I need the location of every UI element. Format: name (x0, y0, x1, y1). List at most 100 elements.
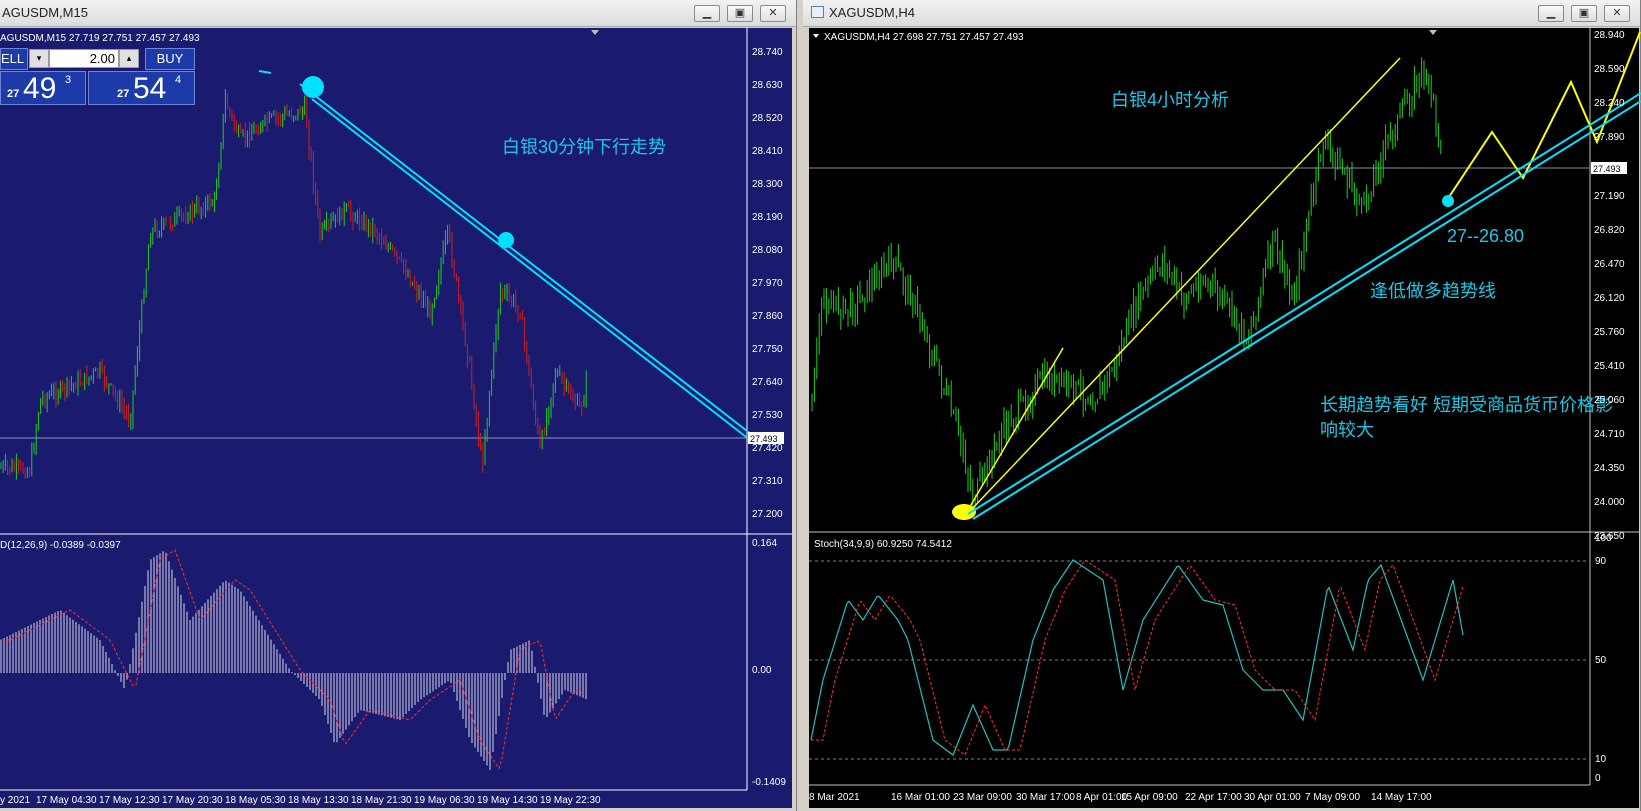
lots-increase-button[interactable]: ▴ (119, 49, 139, 68)
time-tick: 22 Apr 17:00 (1185, 792, 1242, 803)
price-tick: 24.710 (1594, 429, 1625, 440)
price-tick: 27.420 (752, 443, 783, 454)
price-tick: 25.060 (1594, 395, 1625, 406)
time-tick: 7 May 09:00 (1305, 792, 1360, 803)
time-tick: 17 May 20:30 (162, 795, 223, 806)
time-tick: 17 May 12:30 (99, 795, 160, 806)
annotation-title: 白银4小时分析 (1111, 90, 1229, 110)
stoch-tick: 100 (1595, 533, 1612, 544)
trend-touch-point[interactable] (1442, 195, 1454, 207)
lots-input[interactable]: 2.00 (49, 49, 119, 68)
sell-button[interactable]: ELL (0, 48, 28, 70)
sell-label: ELL (1, 51, 25, 66)
buy-label: BUY (156, 51, 184, 66)
time-tick: 14 May 17:00 (1371, 792, 1432, 803)
price-tick: 24.350 (1594, 463, 1625, 474)
chevron-up-icon: ▴ (126, 53, 132, 63)
price-tick: 27.750 (752, 344, 783, 355)
current-price-tag: 27.493 (1591, 162, 1627, 174)
price-tick: 28.590 (1594, 64, 1625, 75)
time-tick: 16 Mar 01:00 (891, 792, 950, 803)
annotation-text: 白银30分钟下行走势 (502, 137, 666, 157)
price-tick: 28.520 (752, 113, 783, 124)
time-tick: 19 May 14:30 (477, 795, 538, 806)
price-tick: 27.200 (752, 509, 783, 520)
m15-chart[interactable]: AGUSDM,M15 27.719 27.751 27.457 27.493 白… (0, 0, 797, 811)
time-tick: 18 May 21:30 (351, 795, 412, 806)
stoch-tick: 0 (1595, 773, 1601, 784)
price-tick: 27.890 (1594, 132, 1625, 143)
price-tick: 28.740 (752, 47, 783, 58)
time-tick: 19 May 06:30 (414, 795, 475, 806)
chevron-down-icon: ▾ (36, 53, 42, 63)
buy-button[interactable]: BUY (145, 48, 195, 70)
indicator-label: D(12,26,9) -0.0389 -0.0397 (0, 540, 121, 551)
price-tick: 26.820 (1594, 225, 1625, 236)
ask-small: 27 (117, 88, 130, 100)
annotation-trend: 逢低做多趋势线 (1370, 281, 1496, 301)
indicator-label: Stoch(34,9,9) 60.9250 74.5412 (814, 539, 952, 550)
bid-big: 49 (23, 72, 57, 105)
annotation-range: 27--26.80 (1447, 226, 1524, 246)
price-tick: 28.080 (752, 245, 783, 256)
price-tick: 28.300 (752, 179, 783, 190)
price-tick: 28.410 (752, 146, 783, 157)
price-tick: 26.120 (1594, 293, 1625, 304)
stoch-tick: 90 (1595, 556, 1607, 567)
chart-header: XAGUSDM,H4 27.698 27.751 27.457 27.493 (824, 32, 1024, 43)
current-price-value: 27.493 (1593, 164, 1621, 174)
chart-header: AGUSDM,M15 27.719 27.751 27.457 27.493 (0, 33, 200, 44)
chart-background (809, 28, 1639, 808)
price-tick: 27.190 (1594, 191, 1625, 202)
price-axis: 28.740 28.630 28.520 28.410 28.300 28.190 28.0… (752, 47, 783, 520)
current-price-value: 27.493 (750, 434, 778, 444)
ask-price-button[interactable]: 27 54 4 (88, 71, 195, 105)
time-axis: y 2021 17 May 04:30 17 May 12:30 17 May 20:… (0, 795, 601, 806)
annotation-note-line2: 响较大 (1320, 420, 1374, 440)
bid-price-button[interactable]: 27 49 3 (0, 71, 86, 105)
price-tick: 26.470 (1594, 259, 1625, 270)
bid-sup: 3 (65, 74, 72, 86)
h4-chart[interactable]: XAGUSDM,H4 27.698 27.751 27.457 27.493 白… (803, 0, 1641, 811)
price-tick: 25.410 (1594, 361, 1625, 372)
price-tick: 24.000 (1594, 497, 1625, 508)
one-click-trading-panel[interactable]: ELL ▾ 2.00 ▴ BUY 27 49 3 27 54 4 (0, 48, 196, 106)
time-tick: y 2021 (0, 795, 30, 806)
time-axis: 8 Mar 2021 16 Mar 01:00 23 Mar 09:00 30 Mar… (809, 792, 1432, 803)
price-tick: 28.940 (1594, 30, 1625, 41)
price-tick: 27.970 (752, 278, 783, 289)
lots-value: 2.00 (89, 51, 115, 66)
lots-decrease-button[interactable]: ▾ (29, 49, 49, 68)
time-tick: 23 Mar 09:00 (953, 792, 1012, 803)
indicator-axis-zero: 0.00 (752, 665, 772, 676)
chart-background (0, 28, 792, 808)
time-tick: 30 Mar 17:00 (1016, 792, 1075, 803)
price-tick: 27.640 (752, 377, 783, 388)
current-price-tag: 27.493 (748, 432, 784, 444)
price-tick: 27.860 (752, 311, 783, 322)
time-tick: 15 Apr 09:00 (1121, 792, 1178, 803)
time-tick: 18 May 05:30 (225, 795, 286, 806)
indicator-axis-max: 0.164 (752, 538, 777, 549)
trend-touch-point[interactable] (498, 232, 514, 248)
chart-window-h4[interactable]: XAGUSDM,H4 ▁ ▣ ✕ XAGUSDM,H4 27.698 27.75… (803, 0, 1641, 811)
time-tick: 8 Mar 2021 (809, 792, 860, 803)
chart-window-m15[interactable]: AGUSDM,M15 ▁ ▣ ✕ AGUSDM,M15 27.719 27.75… (0, 0, 797, 811)
time-tick: 18 May 13:30 (288, 795, 349, 806)
price-tick: 28.240 (1594, 98, 1625, 109)
trend-anchor-point[interactable] (302, 76, 324, 98)
annotation-note-line1: 长期趋势看好 短期受商品货币价格影 (1320, 395, 1613, 415)
time-tick: 19 May 22:30 (540, 795, 601, 806)
price-tick: 28.190 (752, 212, 783, 223)
price-tick: 27.310 (752, 476, 783, 487)
price-tick: 27.530 (752, 410, 783, 421)
time-tick: 17 May 04:30 (36, 795, 97, 806)
price-tick: 28.630 (752, 80, 783, 91)
stoch-tick: 50 (1595, 655, 1607, 666)
stoch-tick: 10 (1595, 754, 1607, 765)
ask-sup: 4 (175, 74, 182, 86)
ask-big: 54 (133, 72, 167, 105)
time-tick: 8 Apr 01:00 (1076, 792, 1128, 803)
price-tick: 25.760 (1594, 327, 1625, 338)
bid-small: 27 (7, 88, 20, 100)
